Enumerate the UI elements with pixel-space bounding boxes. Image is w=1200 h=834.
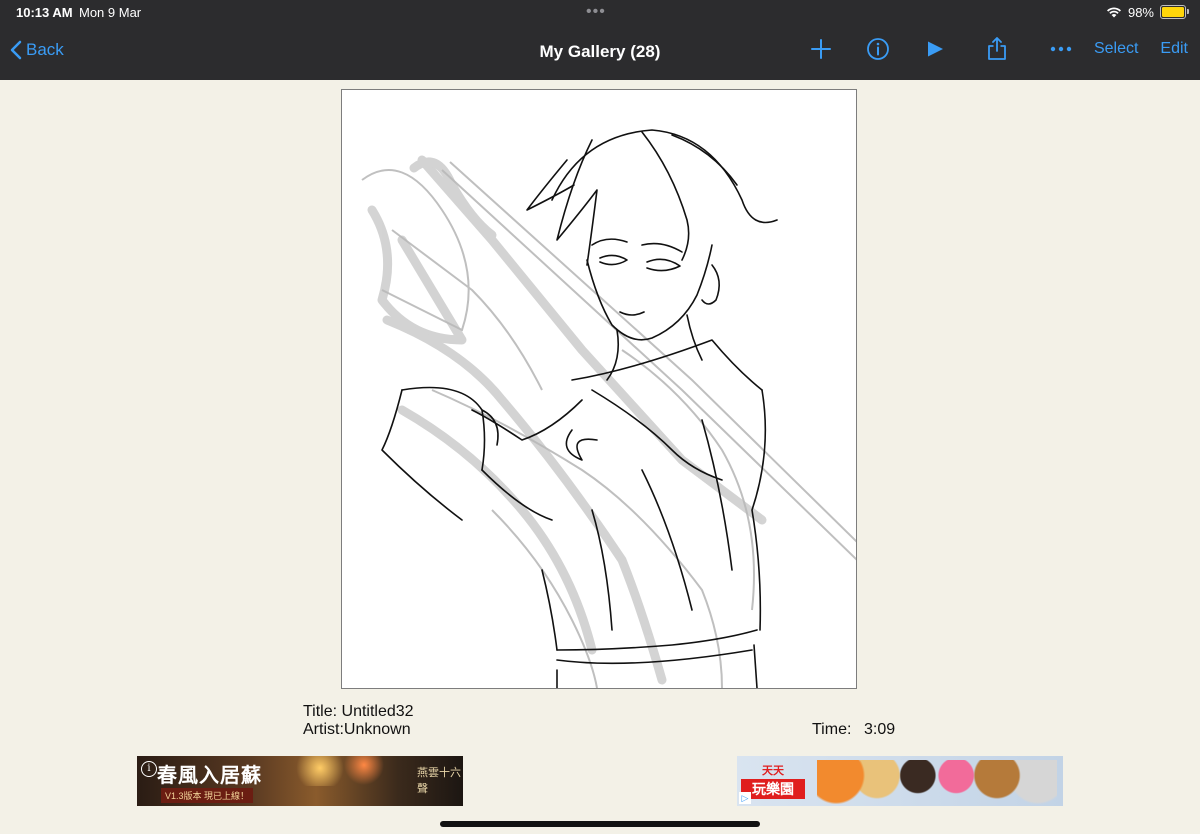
artwork-canvas[interactable] [341, 89, 857, 689]
banner-ad-left[interactable]: i 春風入居蘇 V1.3版本 現已上線！ 燕雲十六聲 [137, 756, 463, 806]
back-button[interactable]: Back [10, 40, 64, 60]
ad-choices-icon[interactable]: ▷ [739, 792, 751, 804]
banner-ad-right[interactable]: 天天 玩樂園 ▷ [737, 756, 1063, 806]
plus-icon[interactable] [808, 36, 834, 62]
battery-percentage: 98% [1127, 4, 1154, 20]
ad-headline: 春風入居蘇 [157, 763, 262, 787]
more-icon[interactable] [1048, 36, 1074, 62]
chevron-left-icon [10, 40, 22, 60]
nav-actions: Select Edit [808, 36, 1188, 62]
play-icon[interactable] [922, 36, 948, 62]
select-button[interactable]: Select [1094, 40, 1138, 58]
status-indicators: 98% [1106, 4, 1189, 20]
artwork-time-value: 3:09 [864, 721, 896, 738]
edit-button[interactable]: Edit [1160, 40, 1188, 58]
ad-logo-top: 天天 [762, 765, 784, 777]
wifi-icon [1106, 7, 1121, 18]
artwork-title: Title: Untitled32 [303, 703, 414, 720]
status-time: 10:13 AM [16, 5, 73, 20]
status-date: Mon 9 Mar [79, 5, 142, 20]
ad-subline: V1.3版本 現已上線！ [161, 788, 254, 803]
battery-icon [1160, 5, 1189, 19]
ad-fireworks [287, 756, 397, 786]
artwork-time-label: Time: [812, 721, 852, 738]
ad-brand: 燕雲十六聲 [417, 766, 461, 795]
artwork-artist: Artist:Unknown [303, 721, 411, 738]
multitasking-dots-icon[interactable]: ••• [586, 3, 606, 21]
ad-characters [817, 760, 1057, 804]
info-icon[interactable] [865, 36, 891, 62]
ad-info-icon[interactable]: i [141, 761, 157, 777]
sketch-image [361, 129, 856, 688]
back-label: Back [26, 40, 64, 59]
home-indicator[interactable] [440, 821, 760, 827]
navigation-bar: 10:13 AM Mon 9 Mar ••• 98% Back My Galle… [0, 0, 1200, 80]
share-icon[interactable] [984, 36, 1010, 62]
